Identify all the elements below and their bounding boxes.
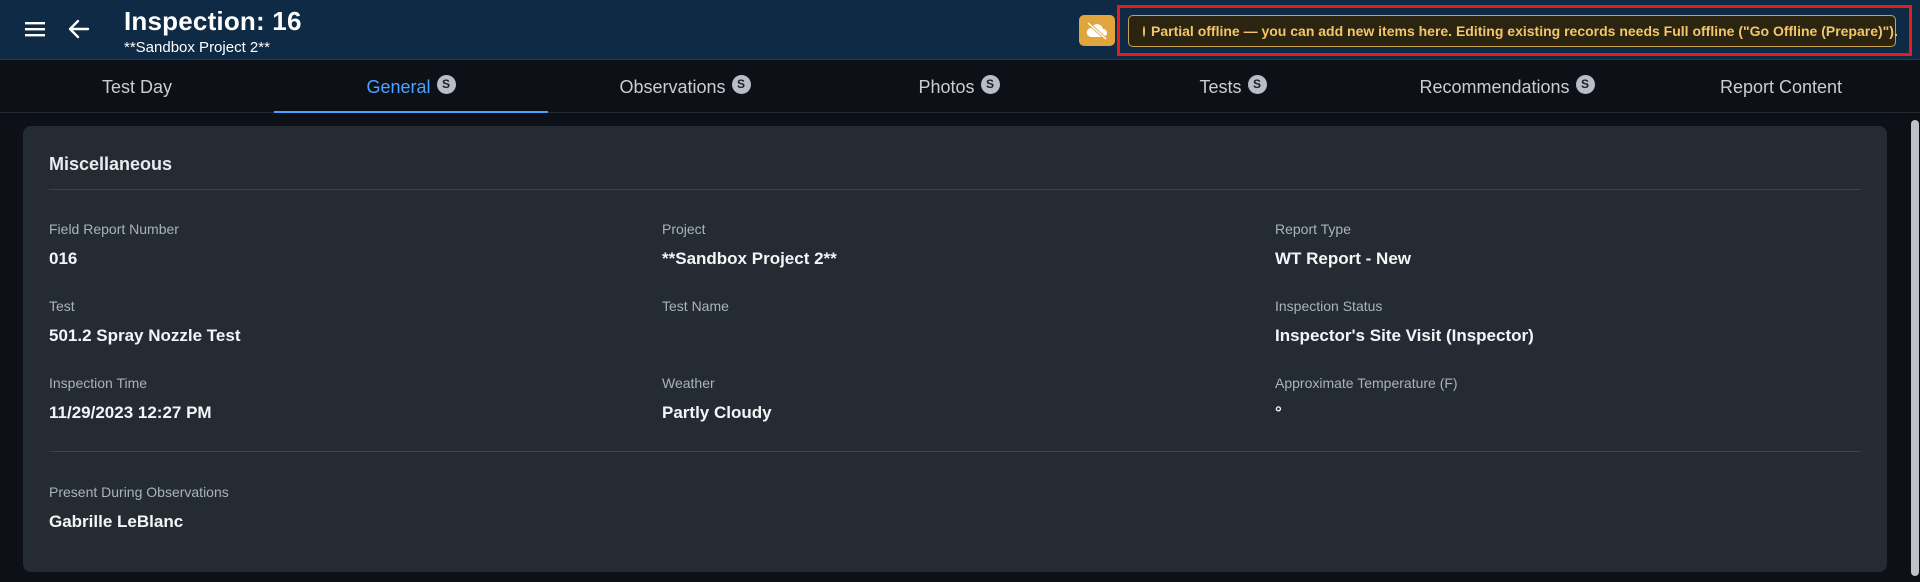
tab-label: Tests xyxy=(1199,76,1242,97)
field-value: **Sandbox Project 2** xyxy=(662,249,837,268)
back-button[interactable] xyxy=(64,14,94,44)
half-circle-icon xyxy=(1143,25,1145,37)
sync-badge: S xyxy=(980,74,1000,94)
offline-toggle-button[interactable] xyxy=(1079,15,1115,46)
field-present-during-observations: Present During Observations Gabrille LeB… xyxy=(49,484,229,532)
field-report-number: Field Report Number 016 xyxy=(49,221,179,269)
field-test: Test 501.2 Spray Nozzle Test xyxy=(49,298,241,346)
field-label: Project xyxy=(662,221,706,237)
arrow-left-icon xyxy=(68,19,90,39)
field-value: ° xyxy=(1275,403,1282,422)
field-test-name: Test Name xyxy=(662,298,729,346)
field-approx-temperature: Approximate Temperature (F) ° xyxy=(1275,375,1458,423)
field-label: Field Report Number xyxy=(49,221,179,237)
section-divider xyxy=(49,451,1861,452)
field-label: Report Type xyxy=(1275,221,1352,237)
field-value xyxy=(662,326,729,346)
tab-label: Photos xyxy=(918,76,975,97)
tab-recommendations[interactable]: Recommendations S xyxy=(1370,61,1644,113)
field-inspection-time: Inspection Time 11/29/2023 12:27 PM xyxy=(49,375,212,423)
miscellaneous-card: Miscellaneous Field Report Number 016 Pr… xyxy=(23,126,1887,572)
offline-banner-text: Partial offline — you can add new items … xyxy=(1151,23,1898,39)
cloud-off-icon xyxy=(1086,21,1107,40)
section-title: Miscellaneous xyxy=(49,154,173,174)
tab-tests[interactable]: Tests S xyxy=(1096,61,1370,113)
tab-label: General xyxy=(366,76,431,97)
tab-report-content[interactable]: Report Content xyxy=(1644,61,1918,113)
app-header: Inspection: 16 **Sandbox Project 2** Par… xyxy=(0,0,1920,60)
field-label: Test Name xyxy=(662,298,729,314)
field-value: 501.2 Spray Nozzle Test xyxy=(49,326,241,345)
field-project: Project **Sandbox Project 2** xyxy=(662,221,837,269)
field-label: Inspection Time xyxy=(49,375,148,391)
field-value: Partly Cloudy xyxy=(662,403,772,422)
field-value: 11/29/2023 12:27 PM xyxy=(49,403,212,422)
tab-label: Report Content xyxy=(1719,76,1843,97)
page-title: Inspection: 16 xyxy=(124,6,302,36)
hamburger-menu-icon xyxy=(25,22,45,37)
tab-general[interactable]: General S xyxy=(274,61,548,113)
offline-status-banner: Partial offline — you can add new items … xyxy=(1128,15,1898,47)
field-value: Inspector's Site Visit (Inspector) xyxy=(1275,326,1534,345)
field-weather: Weather Partly Cloudy xyxy=(662,375,772,423)
field-label: Present During Observations xyxy=(49,484,229,500)
menu-button[interactable] xyxy=(20,14,50,44)
tab-observations[interactable]: Observations S xyxy=(548,61,822,113)
field-label: Inspection Status xyxy=(1275,298,1383,314)
field-report-type: Report Type WT Report - New xyxy=(1275,221,1411,269)
tab-label: Recommendations xyxy=(1419,76,1570,97)
tab-photos[interactable]: Photos S xyxy=(822,61,1096,113)
field-value: Gabrille LeBlanc xyxy=(49,512,184,531)
tab-label: Observations xyxy=(619,76,726,97)
field-value: WT Report - New xyxy=(1275,249,1411,268)
scrollbar-thumb[interactable] xyxy=(1911,120,1919,576)
tab-label: Test Day xyxy=(101,76,173,97)
tab-bar: Test Day General S Observations S Photos… xyxy=(0,61,1920,113)
field-value: 016 xyxy=(49,249,78,268)
tab-test-day[interactable]: Test Day xyxy=(0,61,274,113)
sync-badge: S xyxy=(436,74,456,94)
field-label: Test xyxy=(49,298,75,314)
sync-badge: S xyxy=(1575,74,1595,94)
page-subtitle: **Sandbox Project 2** xyxy=(124,39,270,56)
field-inspection-status: Inspection Status Inspector's Site Visit… xyxy=(1275,298,1534,346)
field-label: Approximate Temperature (F) xyxy=(1275,375,1458,391)
field-label: Weather xyxy=(662,375,715,391)
sync-badge: S xyxy=(1247,74,1267,94)
section-divider xyxy=(49,189,1861,190)
sync-badge: S xyxy=(731,74,751,94)
